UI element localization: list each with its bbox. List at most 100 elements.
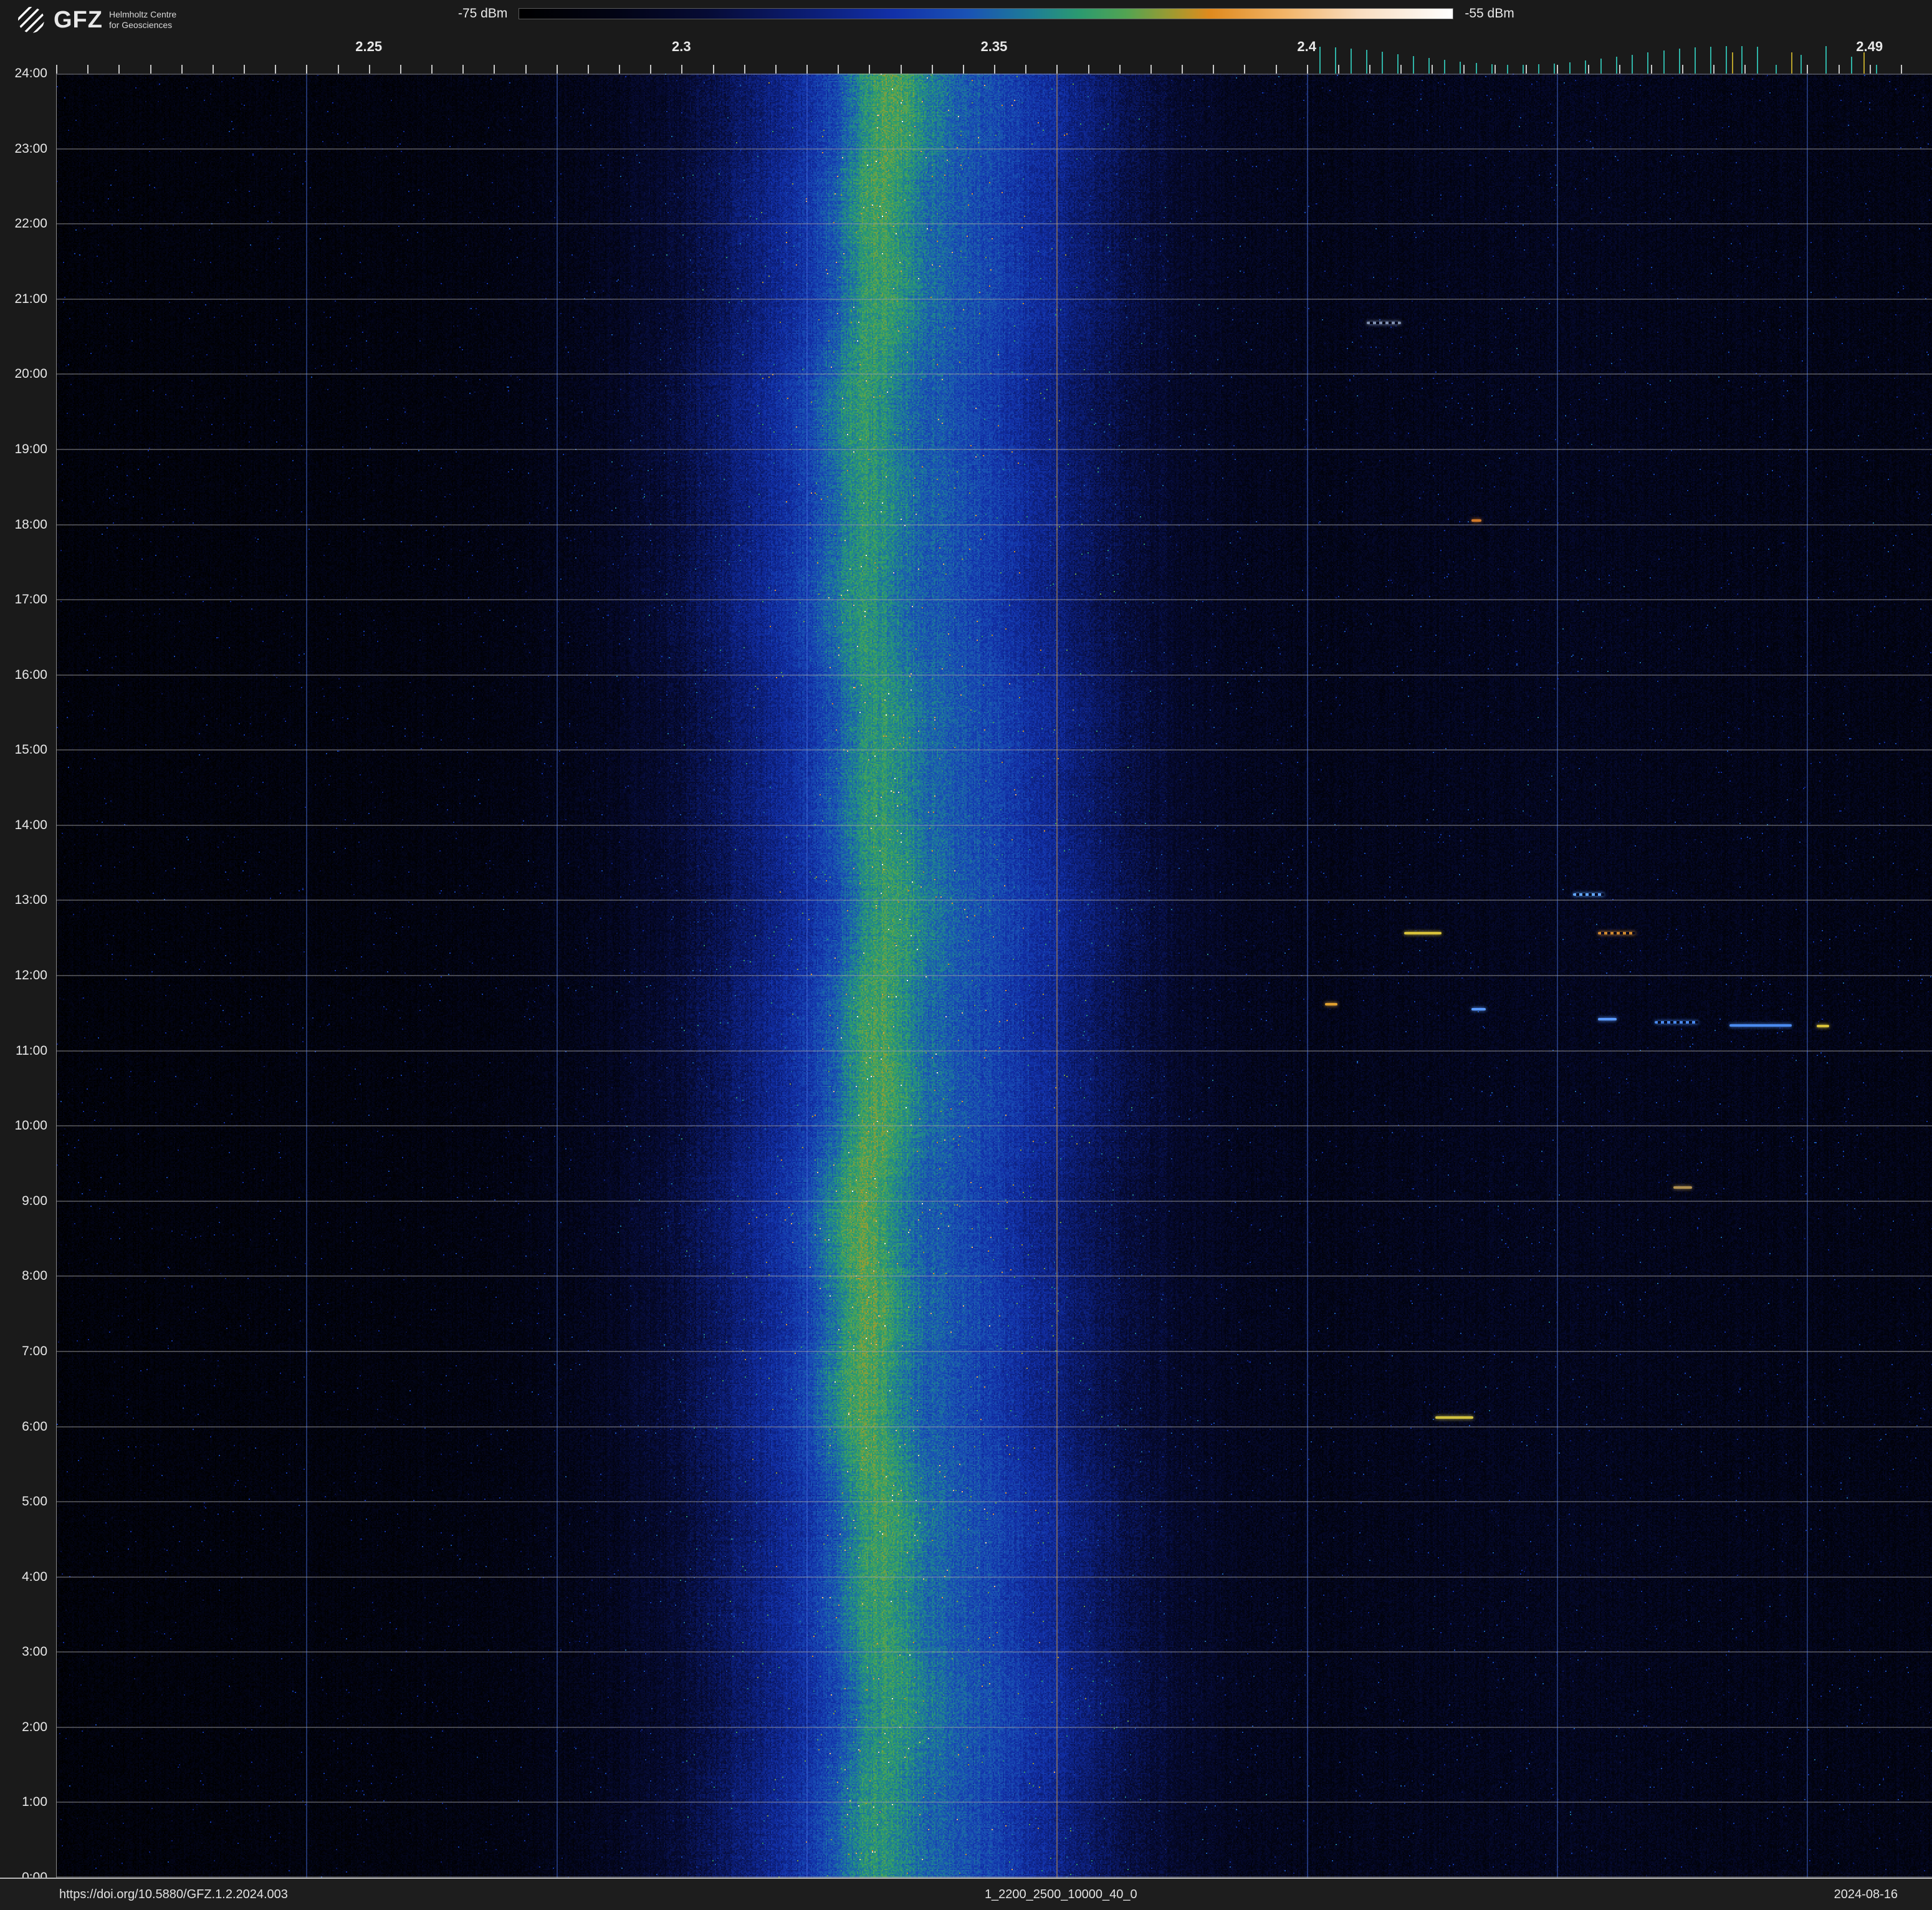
freq-minor-tick <box>1119 65 1121 74</box>
freq-minor-tick <box>1088 65 1089 74</box>
channel-marker-tick <box>1600 59 1602 74</box>
hour-gridline <box>57 1426 1932 1428</box>
freq-minor-tick <box>118 65 120 74</box>
channel-marker-tick <box>1506 65 1508 74</box>
rfi-event <box>1573 893 1605 896</box>
freq-minor-tick <box>681 65 683 74</box>
channel-marker-tick <box>1647 52 1649 74</box>
channel-marker-tick <box>1491 64 1493 74</box>
freq-minor-tick <box>587 65 589 74</box>
freq-minor-tick <box>1337 65 1339 74</box>
channel-marker-tick <box>1632 55 1633 74</box>
hour-gridline <box>57 900 1932 901</box>
channel-marker-tick <box>1663 50 1665 74</box>
freq-minor-tick <box>775 65 777 74</box>
channel-marker-tick-olive <box>1863 52 1865 74</box>
channel-marker-tick <box>1825 46 1827 74</box>
time-tick-label: 15:00 <box>14 742 47 757</box>
freq-minor-tick <box>1525 65 1527 74</box>
freq-minor-tick <box>1744 65 1746 74</box>
channel-marker-tick <box>1428 58 1430 74</box>
hour-gridline <box>57 824 1932 826</box>
rfi-event <box>1598 932 1636 935</box>
time-tick-label: 9:00 <box>22 1193 47 1208</box>
freq-minor-tick <box>525 65 527 74</box>
channel-marker-tick <box>1757 47 1759 74</box>
spectrogram-page: GFZ Helmholtz Centre for Geosciences -75… <box>0 0 1932 1910</box>
channel-marker-tick <box>1741 46 1743 74</box>
freq-tick-label: 2.4 <box>1297 39 1316 54</box>
rfi-event <box>1654 1020 1698 1024</box>
time-tick-label: 11:00 <box>16 1043 47 1058</box>
frequency-axis: 2.25 2.3 2.35 2.4 2.49 <box>56 34 1932 74</box>
spectrogram-plot <box>56 74 1932 1878</box>
channel-marker-tick <box>1800 55 1802 74</box>
freq-minor-tick <box>1557 65 1558 74</box>
channel-marker-tick <box>1334 47 1336 74</box>
rfi-event <box>1729 1024 1792 1027</box>
time-tick-label: 4:00 <box>22 1569 47 1584</box>
freq-minor-tick <box>462 65 464 74</box>
colorbar-max-label: -55 dBm <box>1465 6 1514 21</box>
logo-subtitle: Helmholtz Centre for Geosciences <box>109 9 176 31</box>
rfi-event <box>1324 1002 1337 1005</box>
freq-minor-tick <box>1619 65 1621 74</box>
freq-minor-tick <box>994 65 995 74</box>
freq-minor-tick <box>1025 65 1027 74</box>
time-tick-label: 16:00 <box>14 667 47 682</box>
channel-marker-tick <box>1319 47 1321 74</box>
colorbar-min-label: -75 dBm <box>458 6 508 21</box>
freq-minor-tick <box>1213 65 1215 74</box>
channel-marker-tick <box>1350 49 1352 74</box>
freq-minor-tick <box>1807 65 1809 74</box>
rfi-event <box>1471 1008 1486 1011</box>
channel-marker-tick <box>1413 56 1415 74</box>
rfi-event <box>1471 519 1481 522</box>
hour-gridline <box>57 749 1932 751</box>
colorbar-gradient <box>519 8 1454 19</box>
time-tick-label: 24:00 <box>14 66 47 80</box>
time-tick-label: 6:00 <box>22 1419 47 1434</box>
hour-gridline <box>57 298 1932 300</box>
hour-gridline <box>57 1125 1932 1127</box>
freq-tick-label: 2.3 <box>672 39 691 54</box>
footer-dataset: 1_2200_2500_10000_40_0 <box>984 1887 1137 1901</box>
logo-subtitle-line1: Helmholtz Centre <box>108 9 177 20</box>
freq-minor-tick <box>931 65 933 74</box>
time-tick-label: 23:00 <box>14 141 47 156</box>
logo-brand: GFZ <box>54 6 103 33</box>
time-tick-label: 2:00 <box>22 1719 47 1734</box>
rfi-event <box>1598 1017 1617 1020</box>
rfi-event <box>1673 1186 1692 1189</box>
freq-minor-tick <box>1869 65 1871 74</box>
freq-minor-tick <box>244 65 245 74</box>
freq-minor-tick <box>399 65 401 74</box>
hour-gridline <box>57 1802 1932 1803</box>
freq-minor-tick <box>306 65 308 74</box>
freq-minor-tick <box>1494 65 1496 74</box>
freq-minor-tick <box>1713 65 1714 74</box>
channel-marker-tick <box>1710 47 1711 74</box>
freq-minor-tick <box>744 65 745 74</box>
freq-minor-tick <box>1900 65 1902 74</box>
rfi-event <box>1435 1416 1473 1419</box>
channel-marker-tick-olive <box>1791 52 1793 74</box>
freq-minor-tick <box>869 65 871 74</box>
time-tick-label: 17:00 <box>14 592 47 607</box>
time-tick-label: 12:00 <box>14 968 47 982</box>
freq-minor-tick <box>150 65 151 74</box>
time-tick-label: 21:00 <box>14 291 47 306</box>
freq-minor-tick <box>1463 65 1465 74</box>
channel-marker-tick <box>1616 57 1618 74</box>
time-tick-label: 5:00 <box>22 1494 47 1509</box>
time-tick-label: 19:00 <box>14 441 47 456</box>
freq-minor-tick <box>838 65 839 74</box>
freq-minor-tick <box>1650 65 1652 74</box>
hour-gridline <box>57 599 1932 601</box>
time-tick-label: 13:00 <box>14 893 47 908</box>
colorbar: -75 dBm -55 dBm <box>458 6 1514 21</box>
freq-minor-tick <box>1838 65 1840 74</box>
channel-marker-tick-olive <box>1731 52 1733 74</box>
footer-date: 2024-08-16 <box>1834 1887 1898 1901</box>
channel-marker-tick <box>1569 62 1571 74</box>
